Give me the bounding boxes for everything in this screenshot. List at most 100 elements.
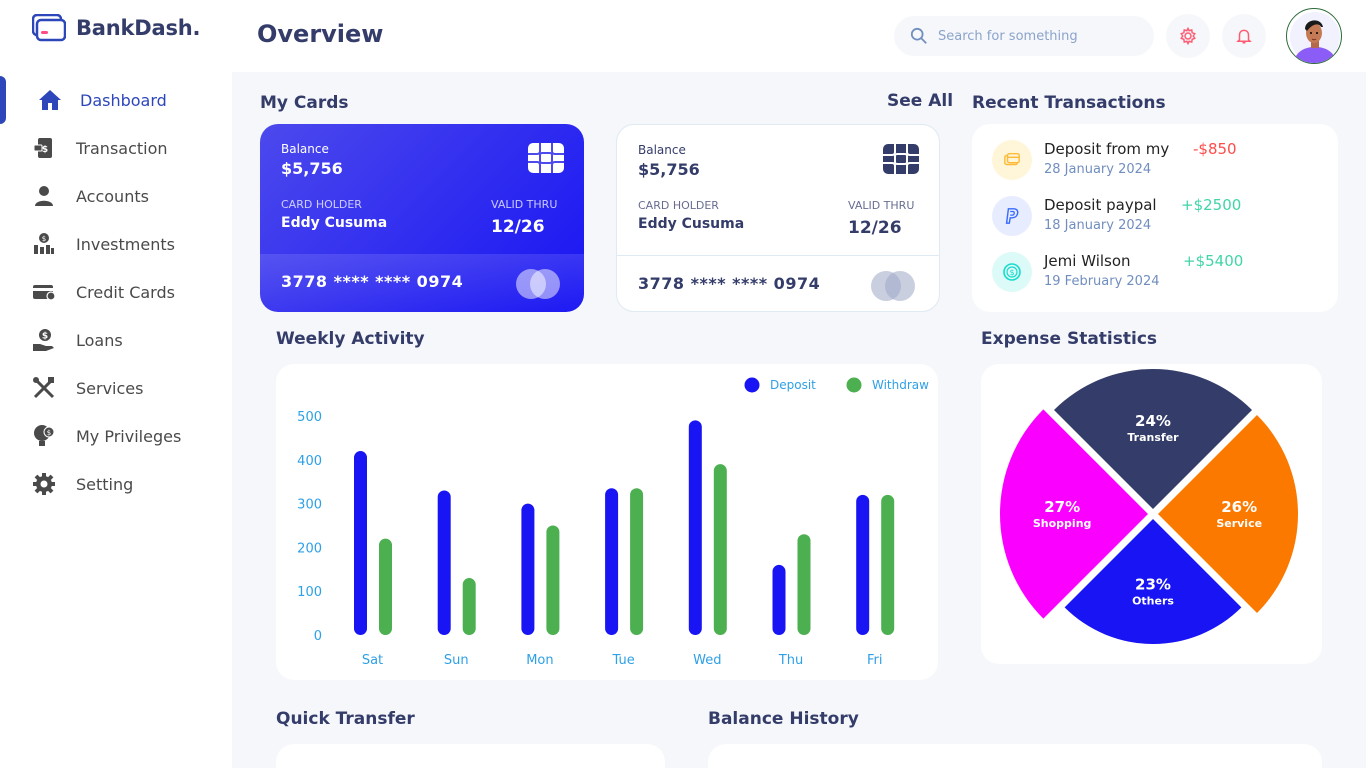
- bar-withdraw[interactable]: [379, 538, 392, 635]
- bar-withdraw[interactable]: [630, 488, 644, 635]
- chip-icon: [528, 143, 564, 173]
- credit-card-primary[interactable]: Balance $5,756 CARD HOLDER Eddy Cusuma V…: [260, 124, 584, 312]
- card-number: 3778 **** **** 0974: [281, 272, 464, 291]
- recent-transactions-title: Recent Transactions: [972, 93, 1166, 113]
- app-logo[interactable]: BankDash.: [32, 14, 201, 42]
- bar-deposit[interactable]: [856, 494, 870, 635]
- loan-icon: $: [32, 328, 56, 352]
- paypal-icon: [992, 196, 1032, 236]
- x-tick-label: Thu: [778, 653, 803, 668]
- pie-category-label: Service: [1216, 517, 1262, 530]
- bar-deposit[interactable]: [772, 564, 786, 635]
- investment-icon: $: [32, 232, 56, 256]
- valid-thru-label: VALID THRU: [848, 199, 915, 212]
- card-footer: 3778 **** **** 0974: [617, 255, 939, 311]
- sidebar-item-privileges[interactable]: $ My Privileges: [0, 412, 232, 460]
- sidebar-item-credit-cards[interactable]: Credit Cards: [0, 268, 232, 316]
- privilege-icon: $: [32, 424, 56, 448]
- sidebar-item-loans[interactable]: $ Loans: [0, 316, 232, 364]
- transaction-date: 28 January 2024: [1044, 162, 1152, 177]
- transaction-amount: +$2500: [1181, 196, 1242, 214]
- transaction-item[interactable]: $ Jemi Wilson 19 February 2024 +$5400: [992, 252, 1322, 298]
- bar-deposit[interactable]: [521, 503, 535, 635]
- sidebar-item-services[interactable]: Services: [0, 364, 232, 412]
- dollar-coin-icon: $: [992, 252, 1032, 292]
- search-input[interactable]: [938, 28, 1138, 44]
- legend-marker: [744, 377, 760, 393]
- y-tick-label: 0: [314, 629, 322, 644]
- pie-category-label: Others: [1132, 595, 1174, 608]
- bar-withdraw[interactable]: [546, 525, 560, 636]
- bar-withdraw[interactable]: [462, 578, 476, 635]
- search-icon: [910, 27, 927, 44]
- card-footer: 3778 **** **** 0974: [260, 254, 584, 312]
- sidebar-item-dashboard[interactable]: Dashboard: [0, 76, 232, 124]
- sidebar-item-label: Transaction: [76, 138, 168, 158]
- weekly-activity-title: Weekly Activity: [276, 329, 425, 349]
- see-all-link[interactable]: See All: [887, 91, 953, 111]
- valid-thru-value: 12/26: [848, 218, 902, 238]
- bar-deposit[interactable]: [354, 451, 367, 635]
- settings-button[interactable]: [1166, 14, 1210, 58]
- legend-marker: [846, 377, 862, 393]
- gear-icon: [32, 472, 56, 496]
- card-holder-label: CARD HOLDER: [281, 198, 362, 211]
- top-header: Overview: [232, 0, 1366, 72]
- page-title: Overview: [257, 20, 384, 48]
- app-name: BankDash.: [76, 16, 201, 40]
- svg-text:$: $: [42, 235, 46, 243]
- bar-deposit[interactable]: [437, 490, 451, 635]
- balance-value: $5,756: [638, 160, 700, 179]
- sidebar-item-accounts[interactable]: Accounts: [0, 172, 232, 220]
- x-tick-label: Sat: [362, 653, 383, 668]
- transaction-amount: +$5400: [1183, 252, 1244, 270]
- user-avatar-icon: [1290, 12, 1340, 63]
- sidebar-item-label: Dashboard: [80, 90, 167, 110]
- sidebar-item-investments[interactable]: $ Investments: [0, 220, 232, 268]
- transaction-date: 18 January 2024: [1044, 218, 1152, 233]
- pie-percent-label: 27%: [1044, 498, 1080, 516]
- weekly-activity-chart: 500 400 300 200 100 0 Sat Sun Mon Tue Wed Thu Fri Dep…: [297, 377, 929, 668]
- svg-text:$: $: [42, 332, 48, 342]
- svg-text:$: $: [1009, 268, 1014, 277]
- active-indicator: [0, 76, 6, 124]
- my-cards-title: My Cards: [260, 93, 349, 113]
- mastercard-logo-icon: [516, 269, 560, 299]
- bar-deposit[interactable]: [688, 420, 702, 635]
- logo-icon: [32, 14, 66, 42]
- bar-deposit[interactable]: [605, 488, 619, 635]
- expense-pie-chart: 24%Transfer 26%Service 23%Others 27%Shoppin…: [1000, 369, 1298, 644]
- transaction-name: Jemi Wilson: [1044, 252, 1131, 270]
- legend-label: Deposit: [770, 378, 816, 392]
- sidebar-item-label: My Privileges: [76, 426, 182, 446]
- bar-withdraw[interactable]: [713, 464, 727, 635]
- expense-statistics-panel: 24% Transfer 26% Service 23% Others 27% Shoppin…: [981, 364, 1322, 664]
- credit-card-secondary[interactable]: Balance $5,756 CARD HOLDER Eddy Cusuma V…: [616, 124, 940, 312]
- avatar[interactable]: [1286, 8, 1342, 64]
- gear-icon: [1180, 27, 1196, 45]
- y-tick-label: 400: [297, 454, 322, 469]
- y-tick-label: 300: [297, 498, 322, 513]
- chip-icon: [883, 144, 919, 174]
- card-holder-name: Eddy Cusuma: [281, 215, 388, 231]
- credit-card-icon: [32, 280, 56, 304]
- transaction-item[interactable]: Deposit paypal 18 January 2024 +$2500: [992, 196, 1322, 242]
- transaction-item[interactable]: Deposit from my 28 January 2024 -$850: [992, 140, 1322, 186]
- balance-label: Balance: [638, 143, 686, 157]
- sidebar-item-label: Loans: [76, 330, 123, 350]
- bar-withdraw[interactable]: [797, 534, 811, 635]
- card-icon: [992, 140, 1032, 180]
- card-holder-label: CARD HOLDER: [638, 199, 719, 212]
- x-tick-label: Mon: [526, 653, 553, 668]
- notification-button[interactable]: [1222, 14, 1266, 58]
- service-icon: [32, 376, 56, 400]
- sidebar-item-setting[interactable]: Setting: [0, 460, 232, 508]
- legend-label: Withdraw: [872, 378, 929, 392]
- sidebar-item-transaction[interactable]: $ Transaction: [0, 124, 232, 172]
- bar-withdraw[interactable]: [881, 494, 895, 635]
- x-tick-label: Sun: [444, 653, 469, 668]
- search-bar[interactable]: [894, 16, 1154, 56]
- x-tick-label: Fri: [867, 653, 883, 668]
- home-icon: [38, 88, 62, 112]
- x-tick-label: Tue: [611, 653, 634, 668]
